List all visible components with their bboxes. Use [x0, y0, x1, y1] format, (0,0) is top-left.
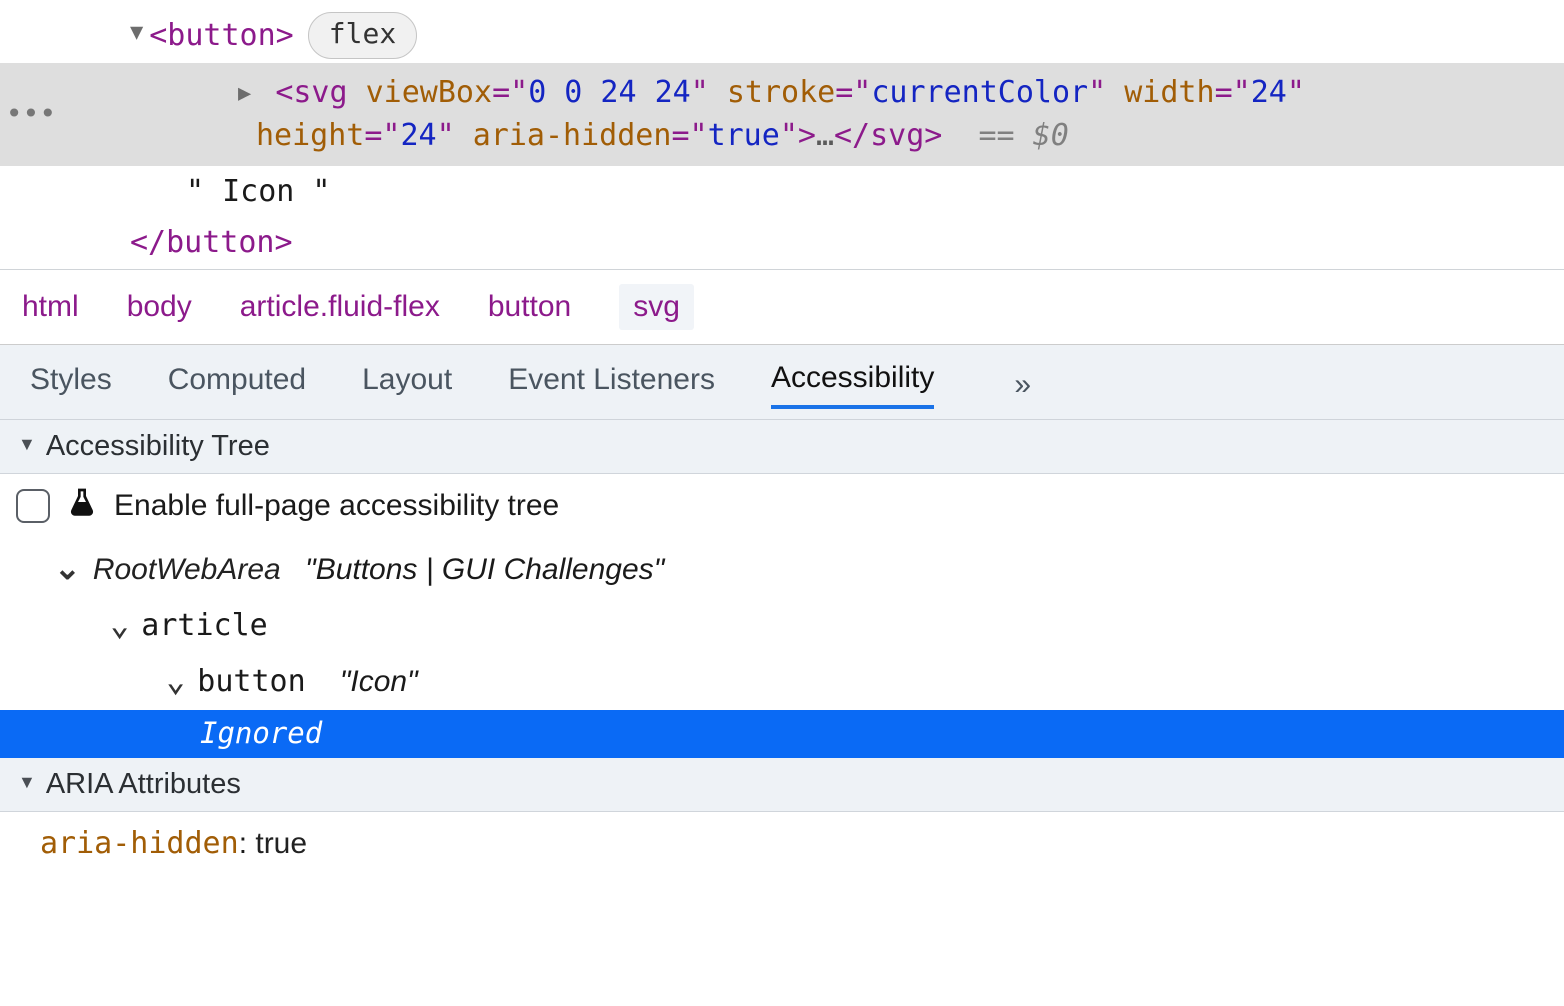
elements-dom-panel: <button> flex ••• <svg viewBox="0 0 24 2… [0, 0, 1564, 270]
dom-node-button-open[interactable]: <button> flex [0, 8, 1564, 63]
chevron-down-icon[interactable] [54, 544, 81, 592]
chevron-down-icon[interactable] [166, 656, 185, 704]
tree-node-article[interactable]: article [0, 598, 1564, 654]
tree-ignored-label: Ignored [200, 716, 322, 750]
enable-full-page-tree-label: Enable full-page accessibility tree [114, 489, 559, 523]
dom-text-node-value: " Icon " [186, 170, 331, 214]
tree-node-root[interactable]: RootWebArea "Buttons | GUI Challenges" [0, 542, 1564, 598]
attr-stroke-val: currentColor [871, 75, 1088, 110]
disclosure-triangle-right-icon[interactable] [238, 78, 251, 110]
accessibility-tree: RootWebArea "Buttons | GUI Challenges" a… [0, 538, 1564, 758]
flex-badge[interactable]: flex [308, 12, 417, 59]
breadcrumb-html[interactable]: html [22, 290, 79, 324]
tab-computed[interactable]: Computed [168, 363, 306, 407]
tree-root-name: "Buttons | GUI Challenges" [305, 547, 664, 592]
gutter-actions-icon[interactable]: ••• [0, 94, 70, 135]
svg-tag-name: svg [293, 75, 347, 110]
svg-close-tag: </svg> [834, 118, 942, 153]
enable-full-page-tree-row[interactable]: Enable full-page accessibility tree [0, 474, 1564, 538]
tree-button-role: button [197, 659, 305, 704]
tree-node-button[interactable]: button "Icon" [0, 654, 1564, 710]
enable-full-page-tree-checkbox[interactable] [16, 489, 50, 523]
attr-height-val: 24 [401, 118, 437, 153]
disclosure-triangle-down-icon[interactable] [130, 17, 143, 49]
tabs-overflow-icon[interactable]: » [1014, 368, 1031, 402]
beaker-icon [66, 486, 98, 526]
console-ref-indicator: == $0 [979, 118, 1069, 153]
dom-node-button-close[interactable]: </button> [0, 217, 1564, 269]
attr-width-val: 24 [1251, 75, 1287, 110]
attr-width-name: width [1124, 75, 1214, 110]
attr-height-name: height [256, 118, 364, 153]
aria-attr-val: true [255, 827, 307, 860]
svg-children-ellipsis[interactable]: … [816, 118, 834, 153]
chevron-down-icon[interactable] [110, 600, 129, 648]
tab-styles[interactable]: Styles [30, 363, 112, 407]
section-title-aria: ARIA Attributes [46, 768, 241, 801]
tree-node-ignored-selected[interactable]: Ignored [0, 710, 1564, 758]
attr-viewbox-name: viewBox [366, 75, 492, 110]
dom-node-svg-selected[interactable]: ••• <svg viewBox="0 0 24 24" stroke="cur… [0, 63, 1564, 166]
tree-article-role: article [141, 603, 267, 648]
dom-button-open: <button> [149, 14, 294, 58]
aria-attribute-row: aria-hidden: true [0, 812, 1564, 875]
dom-button-close: </button> [130, 221, 293, 265]
tab-layout[interactable]: Layout [362, 363, 452, 407]
breadcrumb-article[interactable]: article.fluid-flex [240, 290, 440, 324]
breadcrumb: html body article.fluid-flex button svg [0, 270, 1564, 345]
attr-stroke-name: stroke [727, 75, 835, 110]
aria-attr-key: aria-hidden [40, 826, 239, 861]
breadcrumb-button[interactable]: button [488, 290, 571, 324]
section-title-acc-tree: Accessibility Tree [46, 430, 270, 463]
attr-viewbox-val: 0 0 24 24 [528, 75, 691, 110]
attr-aria-hidden-val: true [708, 118, 780, 153]
breadcrumb-body[interactable]: body [127, 290, 192, 324]
section-disclosure-icon[interactable] [18, 772, 36, 793]
sidebar-tabs: Styles Computed Layout Event Listeners A… [0, 345, 1564, 420]
section-accessibility-tree-header[interactable]: Accessibility Tree [0, 420, 1564, 474]
tree-root-role: RootWebArea [93, 547, 281, 592]
tab-accessibility[interactable]: Accessibility [771, 361, 934, 409]
tab-event-listeners[interactable]: Event Listeners [508, 363, 715, 407]
attr-aria-hidden-name: aria-hidden [473, 118, 672, 153]
breadcrumb-svg[interactable]: svg [619, 284, 694, 330]
section-disclosure-icon[interactable] [18, 434, 36, 455]
dom-text-node[interactable]: " Icon " [0, 166, 1564, 218]
tree-button-name: "Icon" [340, 659, 418, 704]
section-aria-attributes-header[interactable]: ARIA Attributes [0, 758, 1564, 812]
